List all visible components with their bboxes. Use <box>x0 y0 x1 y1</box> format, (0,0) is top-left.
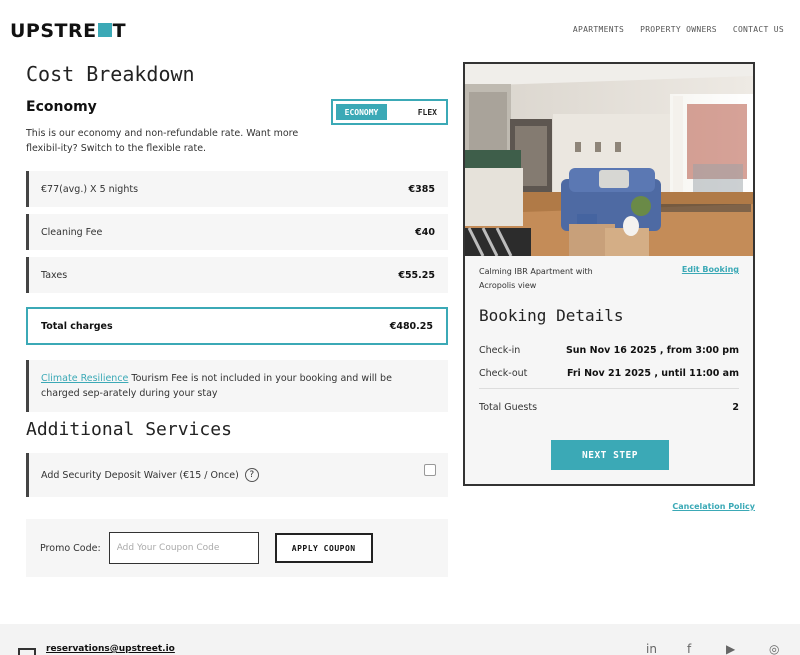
apartment-photo <box>465 64 753 256</box>
checkin-label: Check-in <box>479 345 521 356</box>
nav-property-owners[interactable]: PROPERTY OWNERS <box>640 25 717 34</box>
additional-services-title: Additional Services <box>26 419 232 440</box>
booking-divider <box>479 388 739 389</box>
booking-details-title: Booking Details <box>479 306 624 325</box>
apply-coupon-button[interactable]: APPLY COUPON <box>274 533 373 563</box>
nav-apartments[interactable]: APARTMENTS <box>573 25 624 34</box>
cost-row-label: €77(avg.) X 5 nights <box>41 183 139 195</box>
edit-booking-link[interactable]: Edit Booking <box>682 265 739 274</box>
cost-row-value: €385 <box>408 183 435 195</box>
checkin-value: Sun Nov 16 2025 , from 3:00 pm <box>565 345 739 356</box>
checkout-value: Fri Nov 21 2025 , until 11:00 am <box>566 368 739 379</box>
facebook-icon[interactable]: f <box>687 642 691 655</box>
rate-toggle[interactable]: ECONOMY FLEX <box>331 99 448 125</box>
guests-row: Total Guests 2 <box>479 402 739 413</box>
plan-description: This is our economy and non-refundable r… <box>26 128 299 154</box>
cost-row-nights: €77(avg.) X 5 nights €385 <box>26 171 448 207</box>
youtube-icon[interactable]: ▶ <box>726 642 735 655</box>
guests-label: Total Guests <box>479 402 538 413</box>
toggle-economy[interactable]: ECONOMY <box>336 104 387 120</box>
total-label: Total charges <box>41 320 113 332</box>
total-charges: Total charges €480.25 <box>26 307 448 345</box>
promo-code-section: Promo Code: APPLY COUPON <box>26 519 448 577</box>
instagram-icon[interactable]: ◎ <box>769 642 779 655</box>
linkedin-icon[interactable]: in <box>646 642 657 655</box>
next-step-button[interactable]: NEXT STEP <box>551 440 669 470</box>
cost-row-value: €40 <box>415 226 435 238</box>
coupon-input[interactable] <box>108 532 259 564</box>
mail-icon <box>18 648 36 655</box>
footer-email-link[interactable]: reservations@upstreet.io <box>46 644 175 654</box>
checkout-label: Check-out <box>479 368 528 379</box>
cost-row-value: €55.25 <box>398 269 435 281</box>
footer: reservations@upstreet.io in f ▶ ◎ <box>0 624 800 655</box>
checkout-row: Check-out Fri Nov 21 2025 , until 11:00 … <box>479 368 739 379</box>
main-nav: APARTMENTS PROPERTY OWNERS CONTACT US <box>573 25 784 34</box>
help-icon[interactable]: ? <box>244 468 259 482</box>
security-deposit-service: Add Security Deposit Waiver (€15 / Once)… <box>26 453 448 497</box>
logo-text-end: T <box>112 20 127 42</box>
climate-resilience-link[interactable]: Climate Resilience <box>41 373 128 384</box>
cost-row-cleaning: Cleaning Fee €40 <box>26 214 448 250</box>
nav-contact-us[interactable]: CONTACT US <box>733 25 784 34</box>
promo-code-label: Promo Code: <box>40 542 101 554</box>
checkin-row: Check-in Sun Nov 16 2025 , from 3:00 pm <box>479 345 739 356</box>
toggle-flex[interactable]: FLEX <box>387 108 443 117</box>
cancelation-policy-link[interactable]: Cancelation Policy <box>672 502 755 511</box>
logo-mark-icon <box>97 23 112 37</box>
cost-breakdown-title: Cost Breakdown <box>26 62 195 86</box>
guests-value: 2 <box>732 402 739 413</box>
cost-row-label: Cleaning Fee <box>41 226 103 238</box>
booking-card: Calming IBR Apartment with Acropolis vie… <box>463 62 755 486</box>
tourism-fee-note: Climate Resilience Tourism Fee is not in… <box>26 360 448 412</box>
cost-row-label: Taxes <box>41 269 68 281</box>
cost-row-taxes: Taxes €55.25 <box>26 257 448 293</box>
total-value: €480.25 <box>389 320 433 332</box>
apartment-photo-image <box>465 64 753 256</box>
security-deposit-label: Add Security Deposit Waiver (€15 / Once) <box>41 469 239 481</box>
apartment-name: Calming IBR Apartment with Acropolis vie… <box>479 267 593 290</box>
plan-title: Economy <box>26 99 97 115</box>
logo-text-start: UPSTRE <box>10 20 97 42</box>
security-deposit-checkbox[interactable] <box>424 464 436 476</box>
upstreet-logo[interactable]: UPSTRE T <box>10 20 126 42</box>
